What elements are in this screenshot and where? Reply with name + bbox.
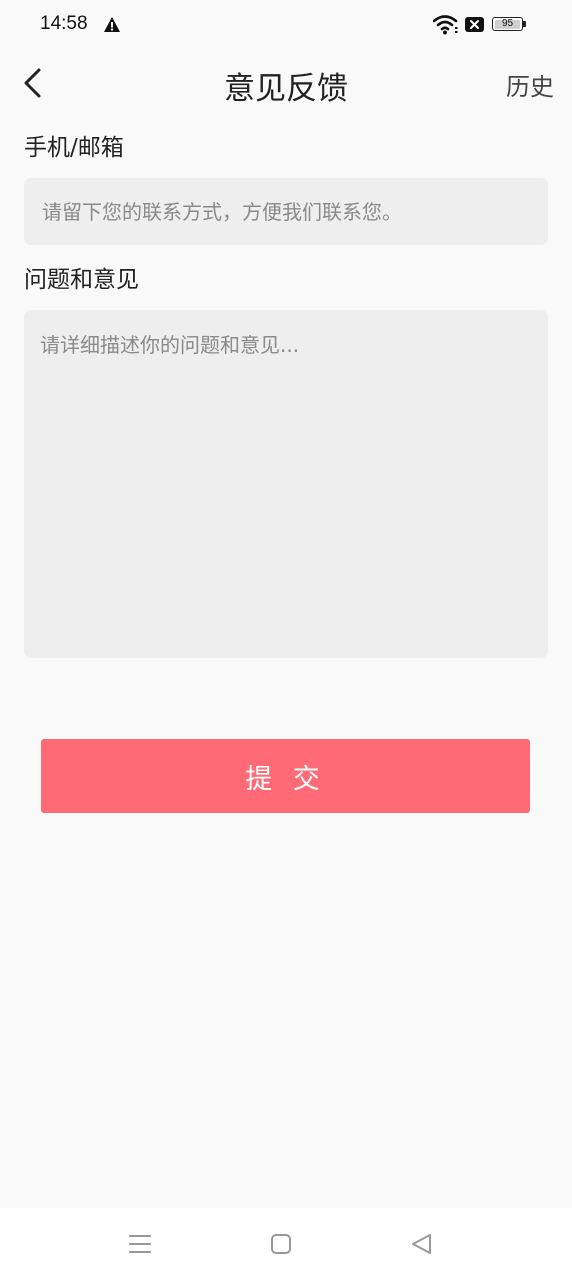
system-nav-bar <box>0 1208 572 1280</box>
submit-button[interactable]: 提 交 <box>41 739 530 813</box>
history-button[interactable]: 历史 <box>506 67 554 102</box>
contact-input[interactable] <box>24 178 548 245</box>
page-title: 意见反馈 <box>224 71 348 107</box>
menu-icon <box>129 1235 151 1253</box>
contact-label: 手机/邮箱 <box>24 135 124 161</box>
back-button[interactable] <box>14 62 54 104</box>
wifi-icon <box>433 15 458 35</box>
status-bar: 14:58 95 <box>0 0 572 52</box>
back-triangle-icon <box>412 1234 431 1254</box>
feedback-textarea[interactable] <box>24 310 548 658</box>
sim-disabled-icon <box>465 17 484 32</box>
warning-icon <box>104 17 120 32</box>
nav-menu-button[interactable] <box>122 1226 158 1262</box>
home-icon <box>271 1234 291 1254</box>
status-time: 14:58 <box>40 13 88 34</box>
header: 意见反馈 历史 <box>0 52 572 114</box>
nav-home-button[interactable] <box>263 1226 299 1262</box>
feedback-screen: 14:58 95 意见反馈 历史 手机/邮箱 请留下您的联系方式，方便我们联系您… <box>0 0 572 1280</box>
battery-level: 95 <box>501 18 514 29</box>
feedback-label: 问题和意见 <box>24 267 139 293</box>
nav-back-button[interactable] <box>404 1226 440 1262</box>
battery-cap <box>523 21 526 27</box>
battery-icon: 95 <box>492 17 526 33</box>
chevron-left-icon <box>24 68 41 98</box>
